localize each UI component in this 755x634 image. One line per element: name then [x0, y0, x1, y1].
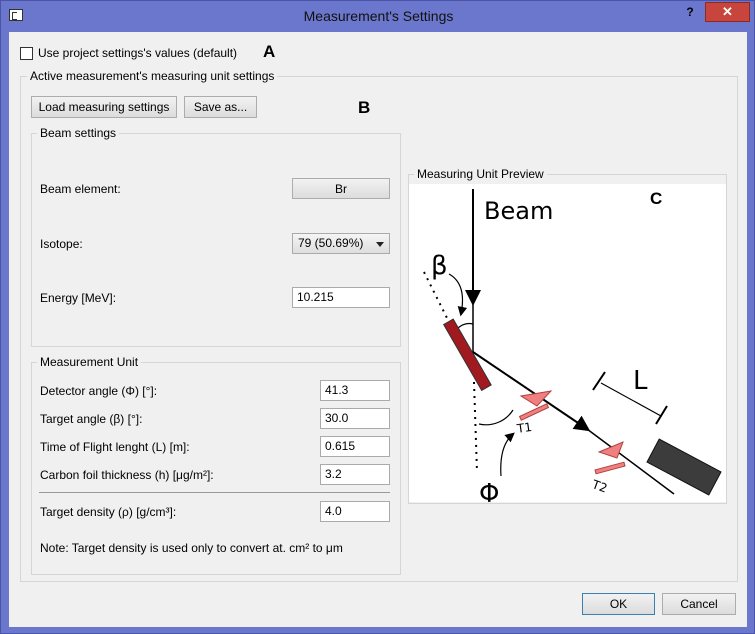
isotope-label: Isotope: — [40, 237, 83, 251]
save-as-button[interactable]: Save as... — [184, 96, 257, 118]
energy-input[interactable]: 10.215 — [292, 287, 390, 308]
t1-label: T1 — [515, 420, 533, 436]
ok-button[interactable]: OK — [582, 593, 655, 615]
detector-angle-input[interactable]: 41.3 — [320, 380, 390, 401]
scattered-arrow — [472, 351, 591, 432]
annotation-a: A — [263, 42, 276, 61]
use-project-settings-checkbox[interactable] — [20, 47, 33, 60]
target-angle-input[interactable]: 30.0 — [320, 408, 390, 429]
measurement-unit-title: Measurement Unit — [37, 355, 142, 369]
window-title: Measurement's Settings — [303, 8, 454, 24]
chevron-down-icon — [376, 242, 384, 247]
tof-length-label: Time of Flight lenght (L) [m]: — [40, 440, 190, 454]
cancel-button[interactable]: Cancel — [662, 593, 736, 615]
tof-length-input[interactable]: 0.615 — [320, 436, 390, 457]
target-density-input[interactable]: 4.0 — [320, 501, 390, 522]
l-tick-start — [592, 371, 606, 391]
beta-arrow — [448, 273, 468, 317]
energy-label: Energy [MeV]: — [40, 291, 117, 305]
divider — [39, 492, 390, 493]
isotope-selected-value: 79 (50.69%) — [298, 236, 364, 250]
l-label: L — [633, 366, 648, 396]
beam-element-label: Beam element: — [40, 182, 121, 196]
active-measurement-group-title: Active measurement's measuring unit sett… — [27, 69, 278, 83]
phi-arc — [478, 409, 514, 426]
carbon-foil-label: Carbon foil thickness (h) [μg/m²]: — [40, 468, 214, 482]
annotation-b: B — [358, 98, 371, 117]
beam-element-button[interactable]: Br — [292, 178, 390, 199]
beam-settings-title: Beam settings — [37, 126, 120, 140]
beta-label: β — [431, 251, 448, 281]
phi-label: Φ — [479, 479, 499, 502]
detector — [646, 438, 722, 496]
close-button[interactable]: ✕ — [705, 2, 750, 22]
t2-foil — [594, 461, 626, 475]
annotation-c: C — [650, 189, 663, 208]
isotope-select[interactable]: 79 (50.69%) — [292, 233, 390, 254]
title-bar: Measurement's Settings ? ✕ — [1, 1, 754, 31]
l-dimension-line — [600, 382, 662, 417]
target-density-note: Note: Target density is used only to con… — [40, 541, 343, 555]
help-button[interactable]: ? — [681, 5, 699, 23]
beam-extension-dots — [473, 381, 478, 473]
carbon-foil-input[interactable]: 3.2 — [320, 464, 390, 485]
target-sample — [442, 318, 492, 392]
target-density-label: Target density (ρ) [g/cm³]: — [40, 505, 177, 519]
t1-foil — [518, 403, 550, 421]
use-project-settings-label: Use project settings's values (default) — [38, 46, 238, 60]
measuring-unit-preview-title: Measuring Unit Preview — [414, 167, 547, 181]
measuring-unit-diagram: Beam β Φ T1 T2 L — [423, 189, 722, 509]
load-measuring-settings-button[interactable]: Load measuring settings — [31, 96, 177, 118]
dialog-window: Measurement's Settings ? ✕ Use project s… — [0, 0, 755, 634]
l-tick-end — [655, 405, 668, 425]
beam-label: Beam — [484, 197, 553, 225]
measuring-unit-preview: Beam β Φ T1 T2 L — [409, 184, 726, 509]
t2-gate-icon — [597, 441, 624, 459]
t2-label: T2 — [589, 477, 609, 496]
dialog-body: Use project settings's values (default) … — [9, 32, 747, 627]
detector-angle-label: Detector angle (Φ) [°]: — [40, 384, 158, 398]
target-angle-label: Target angle (β) [°]: — [40, 412, 143, 426]
phi-arrow — [500, 432, 515, 477]
